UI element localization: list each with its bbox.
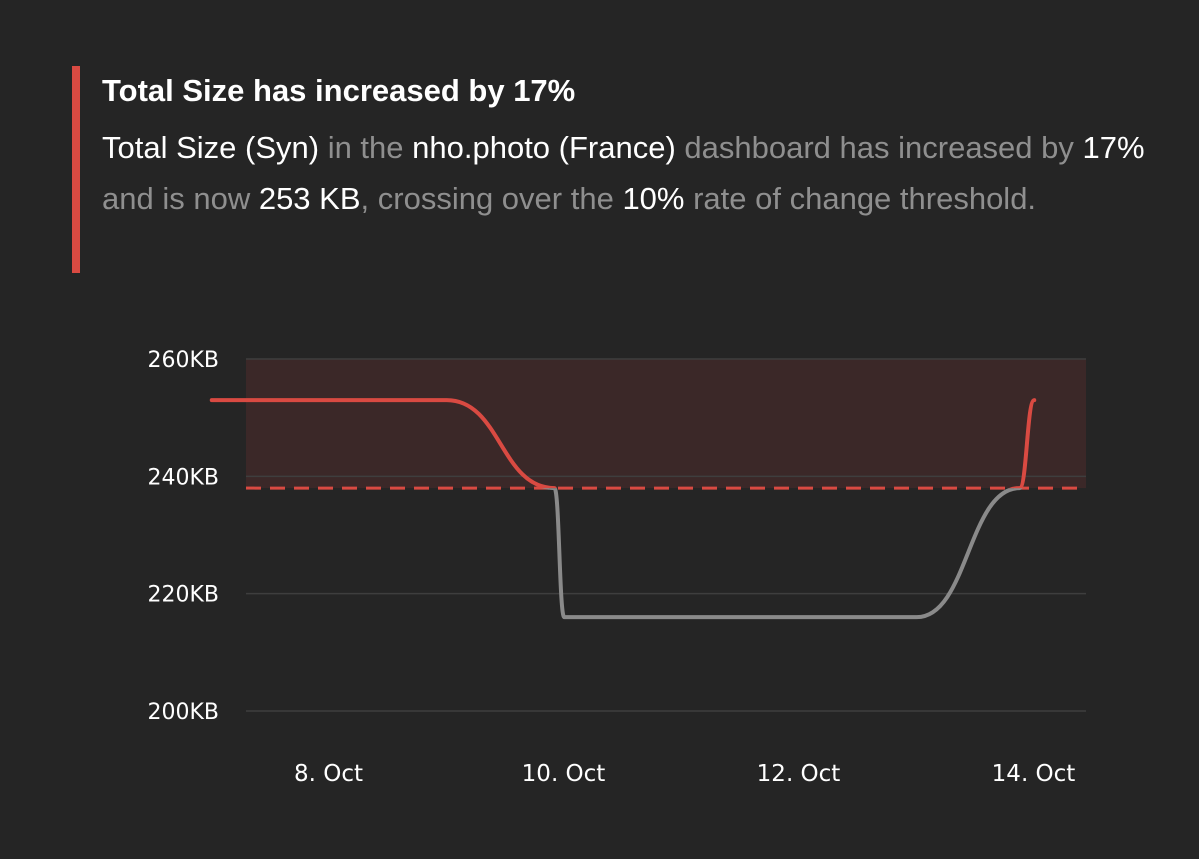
y-tick-label: 200KB <box>147 700 219 725</box>
x-tick-label: 8. Oct <box>294 761 363 787</box>
y-tick-label: 240KB <box>147 465 219 490</box>
threshold-band <box>246 359 1086 489</box>
total-size-chart: 200KB 220KB 240KB 260KB 8. Oct 10. Oct 12. Oc… <box>147 348 1086 787</box>
x-tick-label: 14. Oct <box>992 761 1076 787</box>
y-tick-label: 260KB <box>147 348 219 373</box>
x-tick-label: 12. Oct <box>757 761 841 787</box>
x-tick-label: 10. Oct <box>522 761 606 787</box>
y-tick-label: 220KB <box>147 583 219 608</box>
